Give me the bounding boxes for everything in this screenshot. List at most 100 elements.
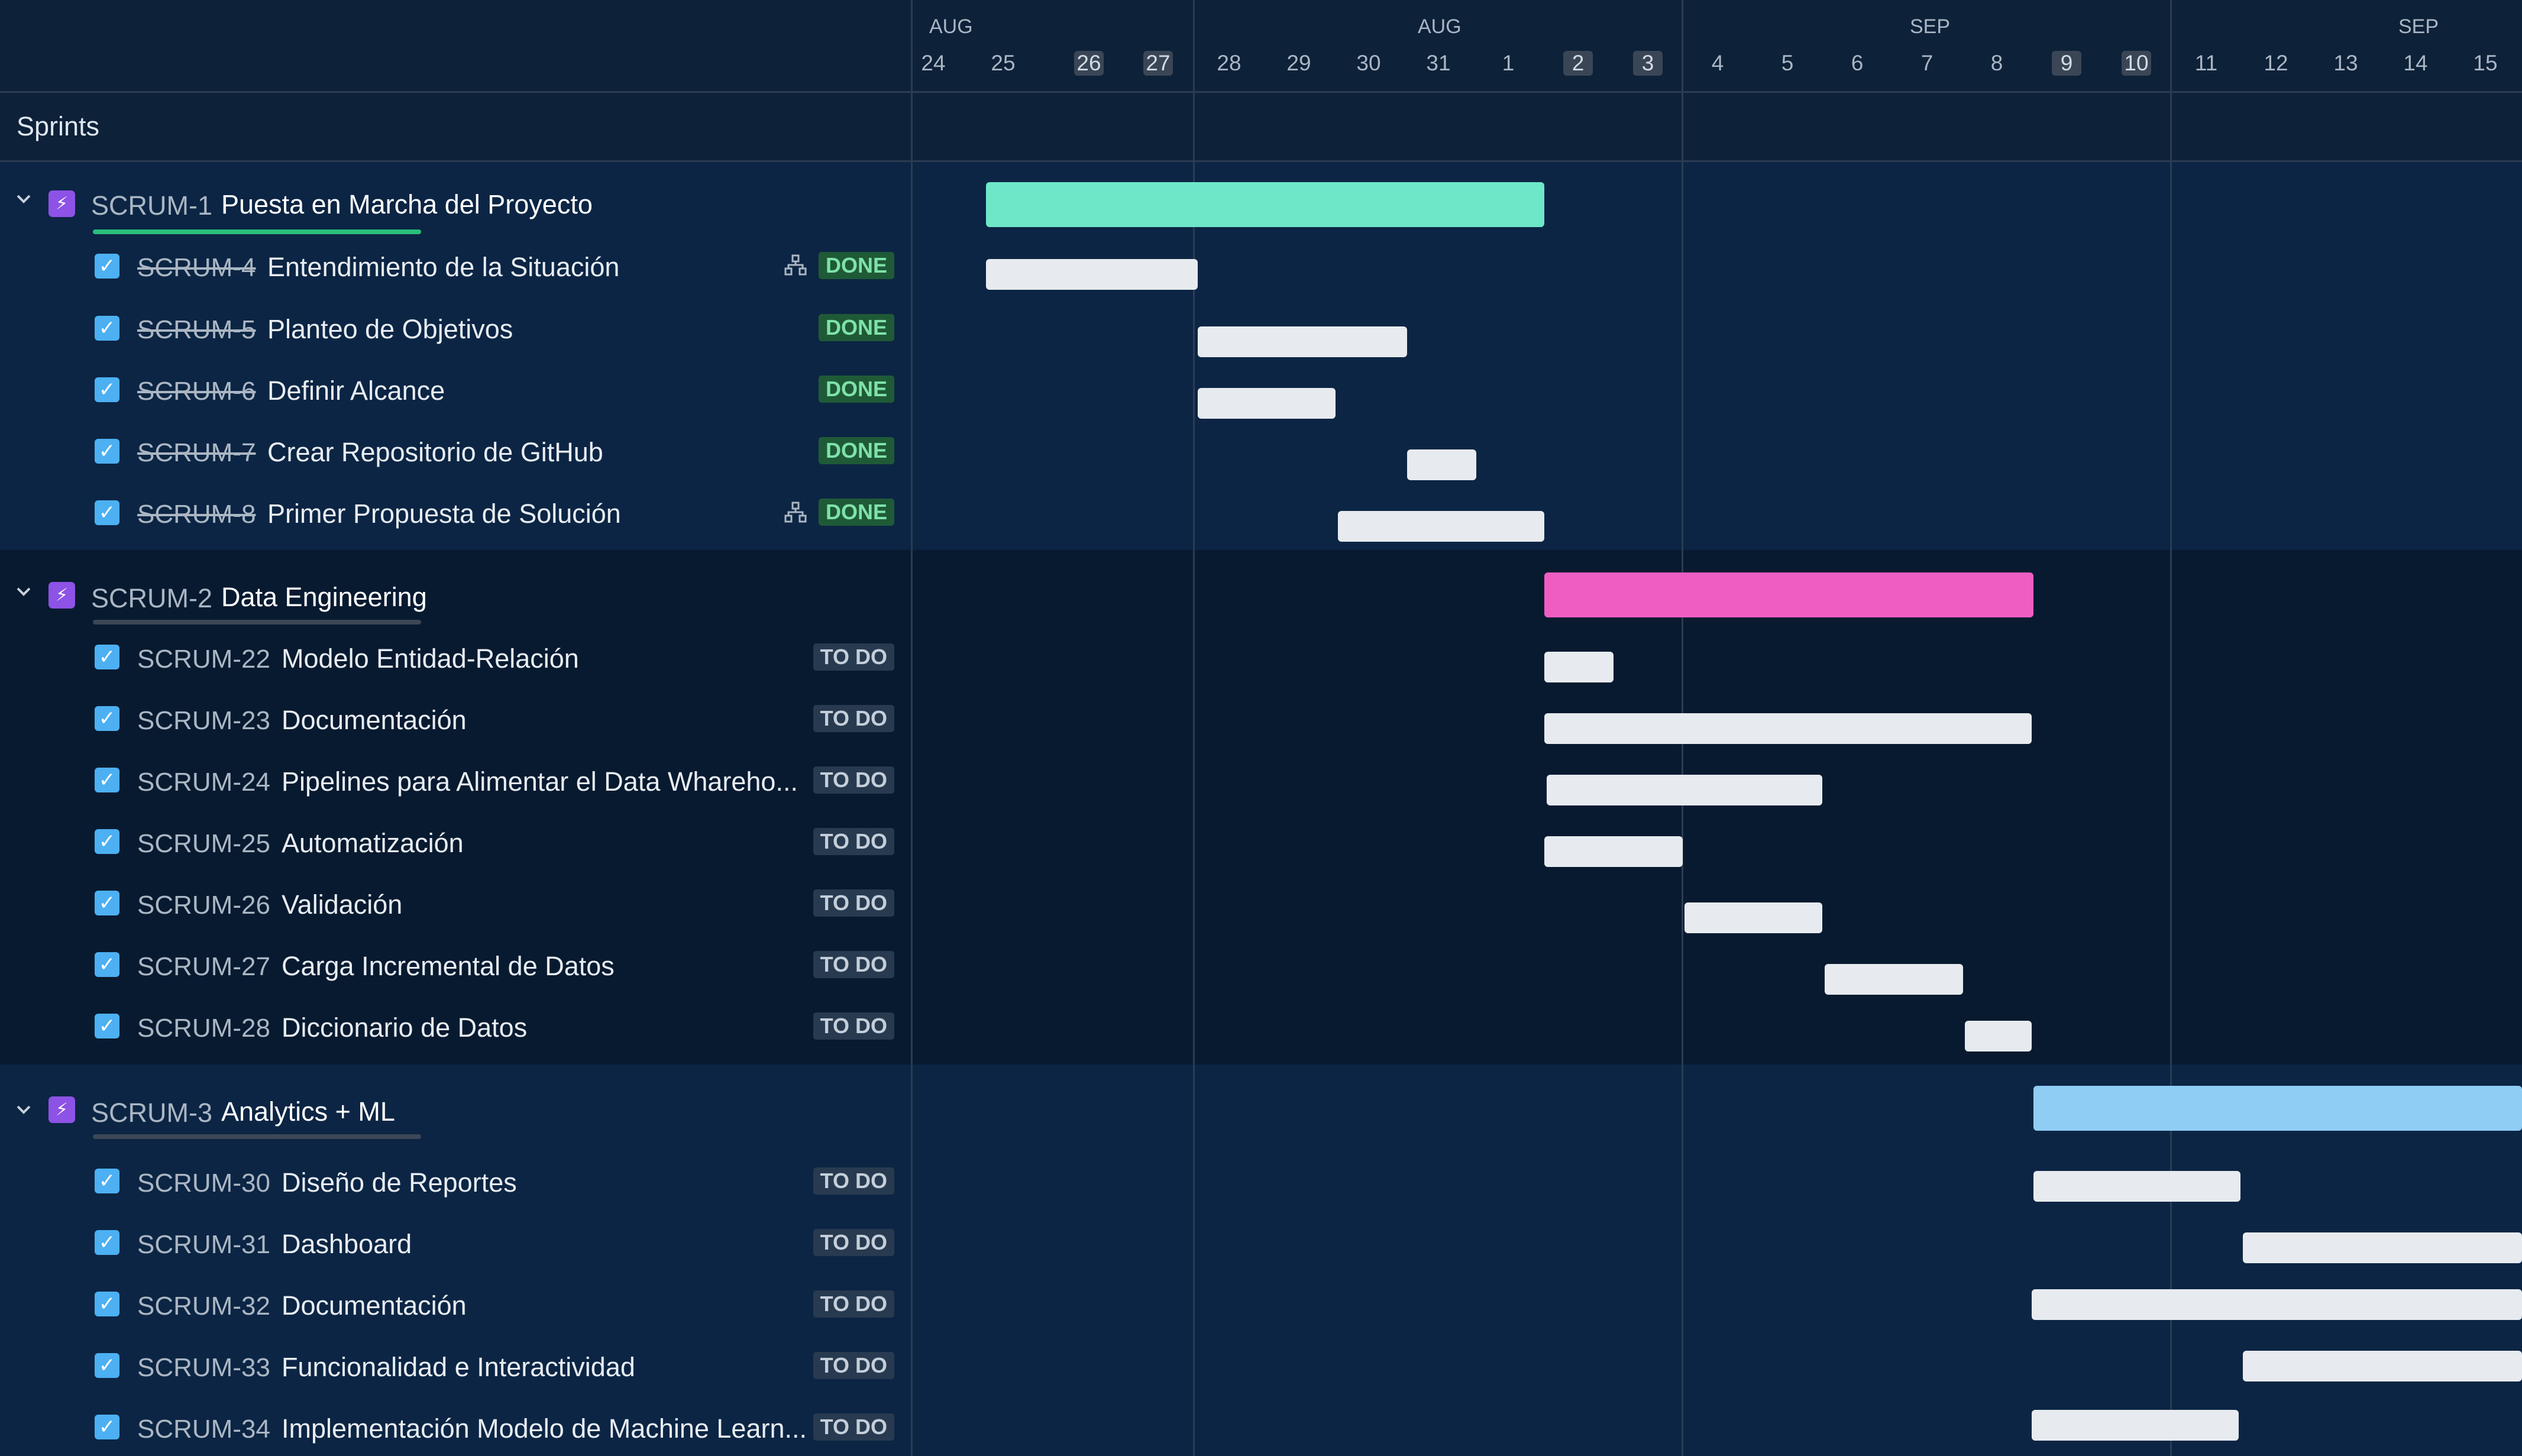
task-title[interactable]: Validación <box>282 889 402 920</box>
task-bar[interactable] <box>1544 713 2032 744</box>
status-badge[interactable]: TO DO <box>813 766 894 794</box>
status-badge[interactable]: TO DO <box>813 1167 894 1195</box>
epic-title[interactable]: Analytics + ML <box>221 1096 395 1127</box>
task-bar[interactable] <box>1407 449 1476 480</box>
task-row[interactable]: ✓ SCRUM-24 Pipelines para Alimentar el D… <box>0 750 911 811</box>
task-bar[interactable] <box>1965 1021 2032 1051</box>
task-row[interactable]: ✓ SCRUM-4 Entendimiento de la Situación … <box>0 235 911 297</box>
task-key[interactable]: SCRUM-33 <box>137 1353 270 1383</box>
task-bar[interactable] <box>2032 1289 2522 1320</box>
status-badge[interactable]: TO DO <box>813 889 894 917</box>
task-row[interactable]: ✓ SCRUM-22 Modelo Entidad-Relación TO DO <box>0 627 911 688</box>
task-bar[interactable] <box>1198 326 1407 357</box>
epic-bar[interactable] <box>2033 1086 2522 1131</box>
task-title[interactable]: Dashboard <box>282 1229 412 1260</box>
status-badge[interactable]: DONE <box>818 499 894 526</box>
task-bar[interactable] <box>1198 388 1336 419</box>
task-bar[interactable] <box>986 259 1198 290</box>
task-title[interactable]: Automatización <box>282 828 464 859</box>
child-issues-icon[interactable] <box>784 253 807 277</box>
task-bar[interactable] <box>2243 1351 2522 1381</box>
status-badge[interactable]: DONE <box>818 252 894 279</box>
task-bar[interactable] <box>1544 652 1614 682</box>
child-issues-icon[interactable] <box>784 500 807 524</box>
task-row[interactable]: ✓ SCRUM-32 Documentación TO DO <box>0 1264 911 1326</box>
task-key[interactable]: SCRUM-32 <box>137 1292 270 1321</box>
task-title[interactable]: Entendimiento de la Situación <box>267 252 619 283</box>
status-badge[interactable]: TO DO <box>813 951 894 978</box>
task-key[interactable]: SCRUM-27 <box>137 952 270 982</box>
task-key[interactable]: SCRUM-25 <box>137 829 270 859</box>
task-title[interactable]: Implementación Modelo de Machine Learn..… <box>282 1413 807 1444</box>
task-row[interactable]: ✓ SCRUM-6 Definir Alcance DONE <box>0 358 911 420</box>
status-badge[interactable]: DONE <box>818 314 894 341</box>
task-key[interactable]: SCRUM-34 <box>137 1415 270 1444</box>
task-row[interactable]: ✓ SCRUM-27 Carga Incremental de Datos TO… <box>0 934 911 996</box>
task-title[interactable]: Modelo Entidad-Relación <box>282 643 579 674</box>
task-title[interactable]: Planteo de Objetivos <box>267 314 513 345</box>
task-key[interactable]: SCRUM-7 <box>137 438 256 468</box>
chevron-down-icon[interactable] <box>14 1100 33 1119</box>
status-badge[interactable]: TO DO <box>813 1352 894 1379</box>
task-key[interactable]: SCRUM-4 <box>137 253 256 283</box>
epic-title[interactable]: Puesta en Marcha del Proyecto <box>221 189 593 220</box>
status-badge[interactable]: TO DO <box>813 1012 894 1040</box>
epic-row[interactable]: ⚡ SCRUM-1 Puesta en Marcha del Proyecto <box>0 162 911 235</box>
epic-key[interactable]: SCRUM-2 <box>91 583 212 614</box>
task-title[interactable]: Crear Repositorio de GitHub <box>267 437 603 468</box>
task-title[interactable]: Definir Alcance <box>267 376 445 406</box>
status-badge[interactable]: DONE <box>818 376 894 403</box>
task-key[interactable]: SCRUM-6 <box>137 377 256 406</box>
task-row[interactable]: ✓ SCRUM-7 Crear Repositorio de GitHub DO… <box>0 420 911 481</box>
task-bar[interactable] <box>1684 902 1822 933</box>
epic-key[interactable]: SCRUM-3 <box>91 1098 212 1128</box>
task-key[interactable]: SCRUM-5 <box>137 315 256 345</box>
task-title[interactable]: Carga Incremental de Datos <box>282 951 615 982</box>
status-badge[interactable]: TO DO <box>813 1290 894 1318</box>
task-title[interactable]: Documentación <box>282 705 467 736</box>
task-key[interactable]: SCRUM-28 <box>137 1014 270 1043</box>
task-bar[interactable] <box>1547 775 1822 805</box>
task-key[interactable]: SCRUM-26 <box>137 891 270 920</box>
task-title[interactable]: Documentación <box>282 1290 467 1321</box>
task-bar[interactable] <box>1338 511 1544 542</box>
task-row[interactable]: ✓ SCRUM-5 Planteo de Objetivos DONE <box>0 297 911 358</box>
sprints-row[interactable]: Sprints <box>0 93 911 162</box>
epic-key[interactable]: SCRUM-1 <box>91 190 212 221</box>
task-key[interactable]: SCRUM-23 <box>137 706 270 736</box>
epic-bar[interactable] <box>986 182 1544 227</box>
task-row[interactable]: ✓ SCRUM-28 Diccionario de Datos TO DO <box>0 996 911 1057</box>
task-row[interactable]: ✓ SCRUM-34 Implementación Modelo de Mach… <box>0 1387 911 1449</box>
status-badge[interactable]: TO DO <box>813 828 894 855</box>
status-badge[interactable]: TO DO <box>813 705 894 732</box>
task-row[interactable]: ✓ SCRUM-26 Validación TO DO <box>0 873 911 934</box>
task-key[interactable]: SCRUM-24 <box>137 768 270 797</box>
task-title[interactable]: Diccionario de Datos <box>282 1012 527 1043</box>
task-row[interactable]: ✓ SCRUM-31 Dashboard TO DO <box>0 1203 911 1264</box>
epic-row[interactable]: ⚡ SCRUM-3 Analytics + ML <box>0 1065 911 1139</box>
task-row[interactable]: ✓ SCRUM-25 Automatización TO DO <box>0 811 911 873</box>
task-bar[interactable] <box>2033 1171 2240 1202</box>
epic-row[interactable]: ⚡ SCRUM-2 Data Engineering <box>0 550 911 625</box>
task-title[interactable]: Primer Propuesta de Solución <box>267 499 621 529</box>
task-bar[interactable] <box>1544 836 1683 867</box>
task-title[interactable]: Diseño de Reportes <box>282 1167 517 1198</box>
task-bar[interactable] <box>2032 1410 2239 1441</box>
status-badge[interactable]: DONE <box>818 437 894 464</box>
task-row[interactable]: ✓ SCRUM-23 Documentación TO DO <box>0 688 911 750</box>
chevron-down-icon[interactable] <box>14 189 33 208</box>
task-bar[interactable] <box>1825 964 1963 995</box>
task-title[interactable]: Funcionalidad e Interactividad <box>282 1352 635 1383</box>
chevron-down-icon[interactable] <box>14 582 33 601</box>
status-badge[interactable]: TO DO <box>813 643 894 671</box>
task-row[interactable]: ✓ SCRUM-8 Primer Propuesta de Solución D… <box>0 481 911 543</box>
status-badge[interactable]: TO DO <box>813 1413 894 1441</box>
task-key[interactable]: SCRUM-22 <box>137 645 270 674</box>
task-row[interactable]: ✓ SCRUM-33 Funcionalidad e Interactivida… <box>0 1326 911 1387</box>
task-key[interactable]: SCRUM-30 <box>137 1169 270 1198</box>
task-key[interactable]: SCRUM-8 <box>137 500 256 529</box>
epic-bar[interactable] <box>1544 572 2033 617</box>
task-row[interactable]: ✓ SCRUM-30 Diseño de Reportes TO DO <box>0 1141 911 1203</box>
task-key[interactable]: SCRUM-31 <box>137 1230 270 1260</box>
task-bar[interactable] <box>2243 1232 2522 1263</box>
